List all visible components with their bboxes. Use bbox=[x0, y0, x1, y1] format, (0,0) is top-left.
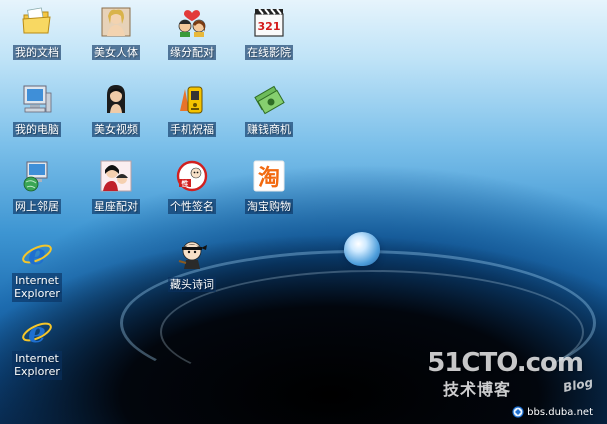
icon-label: 藏头诗词 bbox=[168, 277, 216, 292]
ninja-mascot-icon bbox=[178, 241, 207, 269]
icon-label: 在线影院 bbox=[245, 45, 293, 60]
watermark: 51CTO.com 技术博客 Blog bbs.duba.net bbox=[427, 348, 595, 418]
svg-text:e: e bbox=[28, 316, 46, 348]
signature-icon-text: 性 bbox=[182, 179, 189, 188]
duba-logo-icon bbox=[512, 406, 524, 418]
desktop-icon-fate-match[interactable]: 缘分配对 bbox=[152, 6, 232, 60]
desktop-icon-taobao-shopping[interactable]: 淘 淘宝购物 bbox=[229, 160, 309, 214]
icon-label: 个性签名 bbox=[168, 199, 216, 214]
woman-video-icon bbox=[107, 85, 125, 113]
desktop-icon-money-business[interactable]: 赚钱商机 bbox=[229, 83, 309, 137]
internet-explorer-icon: e bbox=[22, 238, 52, 270]
icon-label: 美女人体 bbox=[92, 45, 140, 60]
icon-label: 网上邻居 bbox=[13, 199, 61, 214]
desktop-icon-online-cinema[interactable]: 321 在线影院 bbox=[229, 6, 309, 60]
woman-photo-icon bbox=[101, 7, 131, 37]
icon-label: Internet Explorer bbox=[12, 351, 62, 380]
watermark-logo: 51CTO.com bbox=[427, 348, 584, 378]
desktop-icon-internet-explorer[interactable]: e Internet Explorer bbox=[0, 238, 77, 302]
network-globe-icon bbox=[23, 161, 48, 192]
movie-clapper-icon: 321 bbox=[254, 8, 284, 37]
watermark-blog: Blog bbox=[561, 375, 595, 395]
desktop-icon-internet-explorer-2[interactable]: e Internet Explorer bbox=[0, 316, 77, 380]
signature-mascot-icon: 性 bbox=[176, 160, 208, 192]
icon-label: 星座配对 bbox=[92, 199, 140, 214]
desktop-icon-zodiac-match[interactable]: 星座配对 bbox=[76, 160, 156, 214]
water-drop bbox=[344, 232, 380, 266]
taobao-icon: 淘 bbox=[253, 160, 285, 192]
icon-label: 淘宝购物 bbox=[245, 199, 293, 214]
movie-icon-text: 321 bbox=[258, 20, 281, 33]
icon-label: 我的电脑 bbox=[13, 122, 61, 137]
icon-label: Internet Explorer bbox=[12, 273, 62, 302]
desktop-icon-acrostic-poems[interactable]: 藏头诗词 bbox=[152, 238, 232, 292]
watermark-site-text: bbs.duba.net bbox=[527, 406, 593, 418]
desktop-icon-beauty-videos[interactable]: 美女视频 bbox=[76, 83, 156, 137]
desktop-background: 我的文档 美女人体 缘分配对 321 在线影院 我的电脑 美女视频 手机祝福 赚… bbox=[0, 0, 607, 424]
desktop-icon-my-documents[interactable]: 我的文档 bbox=[0, 6, 77, 60]
folder-documents-icon bbox=[22, 7, 51, 34]
taobao-icon-text: 淘 bbox=[258, 165, 280, 191]
computer-icon bbox=[23, 85, 52, 113]
zodiac-couple-icon bbox=[100, 160, 132, 192]
money-bills-icon bbox=[254, 85, 285, 115]
icon-label: 手机祝福 bbox=[168, 122, 216, 137]
watermark-subtitle: 技术博客 bbox=[443, 380, 512, 399]
desktop-icon-my-computer[interactable]: 我的电脑 bbox=[0, 83, 77, 137]
mobile-phone-icon bbox=[180, 86, 203, 114]
couple-icon bbox=[178, 10, 206, 37]
svg-text:e: e bbox=[28, 238, 46, 270]
desktop-icon-mobile-greetings[interactable]: 手机祝福 bbox=[152, 83, 232, 137]
icon-label: 赚钱商机 bbox=[245, 122, 293, 137]
internet-explorer-icon: e bbox=[22, 316, 52, 348]
watermark-site: bbs.duba.net bbox=[512, 406, 593, 418]
icon-label: 美女视频 bbox=[92, 122, 140, 137]
desktop-icon-network-places[interactable]: 网上邻居 bbox=[0, 160, 77, 214]
icon-label: 我的文档 bbox=[13, 45, 61, 60]
desktop-icon-custom-signature[interactable]: 性 个性签名 bbox=[152, 160, 232, 214]
icon-label: 缘分配对 bbox=[168, 45, 216, 60]
desktop-icon-beauty-photos[interactable]: 美女人体 bbox=[76, 6, 156, 60]
